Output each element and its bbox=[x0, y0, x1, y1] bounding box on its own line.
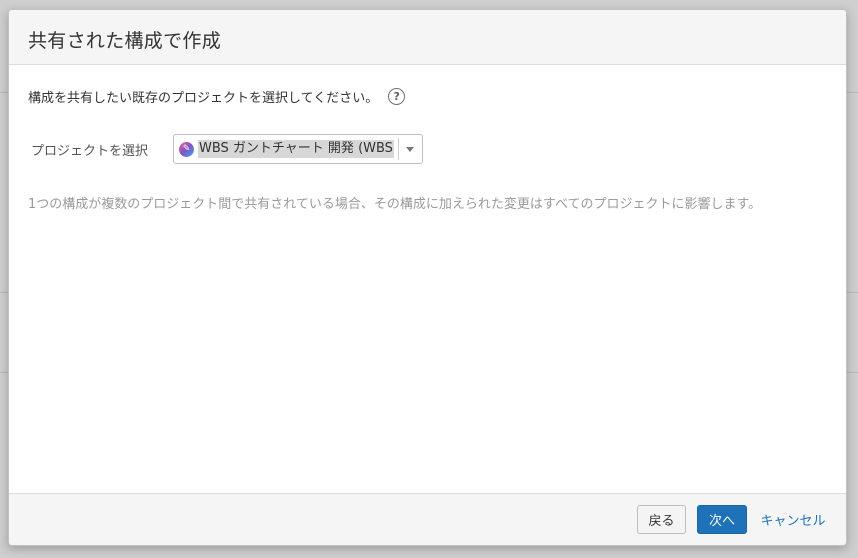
project-select[interactable]: ✎ WBS ガントチャート 開発 (WBS) bbox=[173, 134, 423, 164]
share-config-dialog: 共有された構成で作成 構成を共有したい既存のプロジェクトを選択してください。 ?… bbox=[8, 9, 847, 546]
intro-row: 構成を共有したい既存のプロジェクトを選択してください。 ? bbox=[28, 86, 406, 106]
dialog-title: 共有された構成で作成 bbox=[28, 30, 222, 52]
project-select-label: プロジェクトを選択 bbox=[31, 143, 149, 159]
next-button[interactable]: 次へ bbox=[697, 505, 747, 534]
select-divider bbox=[398, 138, 399, 160]
back-button[interactable]: 戻る bbox=[637, 505, 686, 534]
question-circle-icon[interactable]: ? bbox=[388, 87, 406, 105]
dialog-footer: 戻る 次へ キャンセル bbox=[9, 493, 846, 545]
cancel-button[interactable]: キャンセル bbox=[757, 505, 829, 534]
project-select-row: プロジェクトを選択 ✎ WBS ガントチャート 開発 (WBS) bbox=[31, 134, 423, 164]
project-select-value: WBS ガントチャート 開発 (WBS) bbox=[198, 140, 394, 158]
project-avatar-icon: ✎ bbox=[179, 141, 194, 157]
dialog-header: 共有された構成で作成 bbox=[9, 10, 846, 65]
chevron-down-icon[interactable] bbox=[406, 147, 414, 152]
intro-text: 構成を共有したい既存のプロジェクトを選択してください。 bbox=[28, 90, 379, 106]
shared-config-note: 1つの構成が複数のプロジェクト間で共有されている場合、その構成に加えられた変更は… bbox=[28, 197, 762, 212]
